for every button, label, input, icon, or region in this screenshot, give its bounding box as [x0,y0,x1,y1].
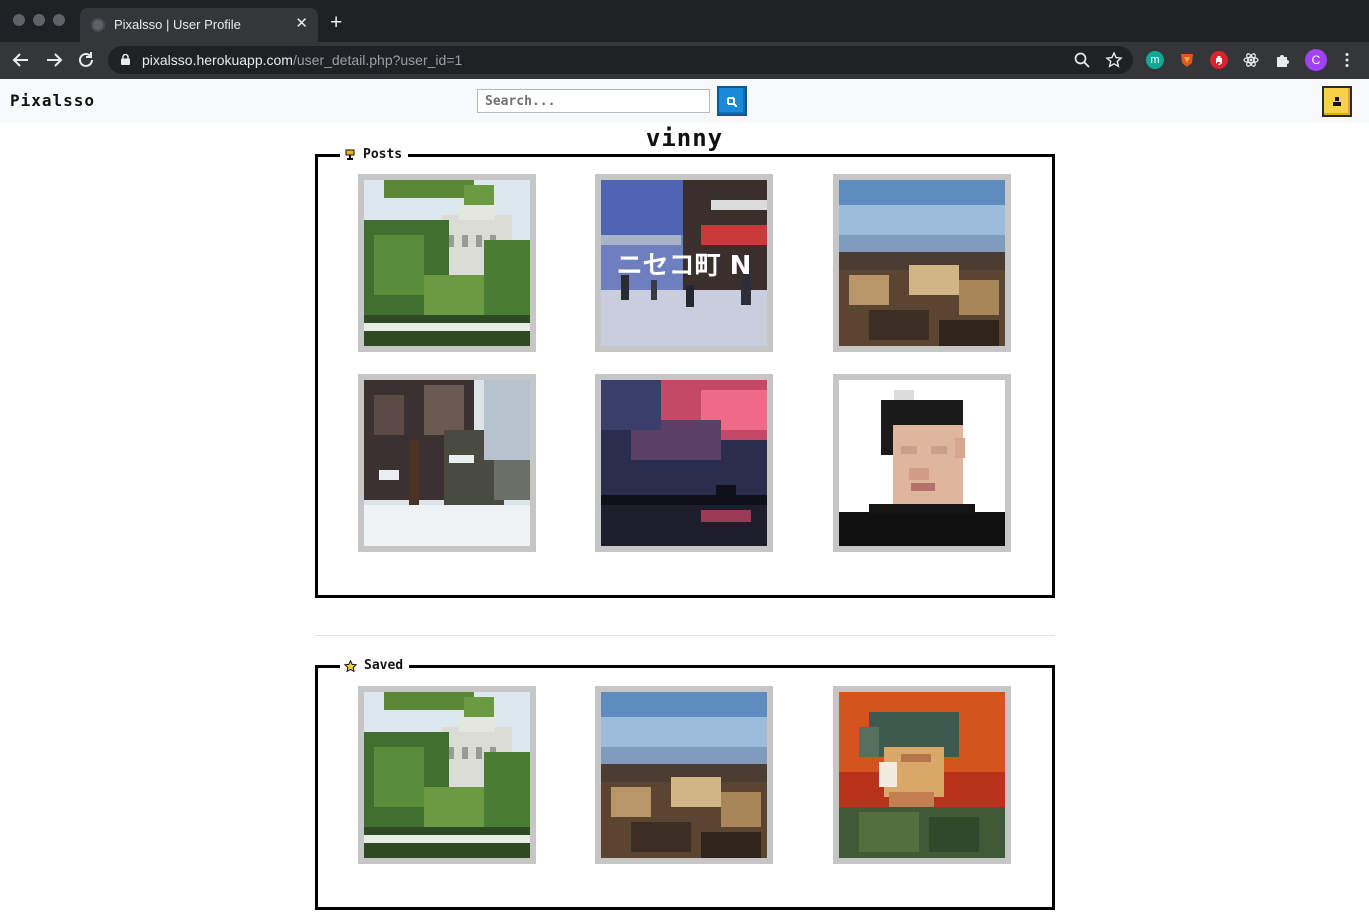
tab-title: Pixalsso | User Profile [114,17,241,32]
saved-thumbnail[interactable] [595,686,773,864]
browser-menu-icon[interactable] [1338,51,1356,69]
post-image [601,380,767,546]
lock-icon [121,54,130,65]
post-thumbnail[interactable]: ニセコ町 N [595,174,773,352]
profile-username: vinny [645,124,724,152]
extension-hand-icon[interactable] [1210,51,1228,69]
url-host: pixalsso.herokuapp.com [142,52,293,68]
url-path: /user_detail.php?user_id=1 [292,52,463,68]
post-image [839,380,1005,546]
extensions-puzzle-icon[interactable] [1274,51,1292,69]
zoom-icon[interactable] [1073,51,1091,69]
posts-legend: Posts [340,147,409,163]
post-thumbnail[interactable] [358,374,536,552]
search-icon [727,97,737,107]
saved-thumbnail[interactable] [833,686,1011,864]
bookmark-star-icon[interactable] [1105,51,1123,69]
saved-section: Saved [315,658,1055,910]
browser-tab[interactable]: Pixalsso | User Profile ✕ [80,8,318,42]
post-image [364,180,530,346]
user-icon [1333,97,1341,106]
search-input[interactable] [477,89,710,113]
saved-image [364,692,530,858]
window-close-control[interactable] [13,14,25,26]
saved-label: Saved [364,658,404,673]
post-thumbnail[interactable] [595,374,773,552]
post-thumbnail[interactable] [358,174,536,352]
saved-image [839,692,1005,858]
back-arrow-icon[interactable] [10,49,32,71]
url-text: pixalsso.herokuapp.com/user_detail.php?u… [142,52,462,68]
browser-toolbar: pixalsso.herokuapp.com/user_detail.php?u… [0,42,1369,79]
extension-m-icon[interactable]: m [1146,51,1164,69]
tab-close-icon[interactable]: ✕ [295,15,308,33]
globe-icon [91,18,105,32]
forward-arrow-icon[interactable] [43,49,65,71]
brand-logo[interactable]: Pixalsso [10,91,95,110]
saved-image [601,692,767,858]
reload-icon[interactable] [75,49,97,71]
trophy-icon [345,149,355,160]
saved-thumbnail[interactable] [358,686,536,864]
app-navbar: Pixalsso [0,79,1369,123]
section-divider [315,635,1055,636]
posts-label: Posts [363,147,403,162]
window-maximize-control[interactable] [53,14,65,26]
post-image [839,180,1005,346]
react-devtools-icon[interactable] [1242,51,1260,69]
window-minimize-control[interactable] [33,14,45,26]
post-thumbnail[interactable] [833,374,1011,552]
posts-section: Posts ニセコ町 N [315,147,1055,598]
extension-shield-icon[interactable] [1178,51,1196,69]
user-account-button[interactable] [1322,86,1352,117]
profile-avatar[interactable]: C [1305,49,1327,71]
saved-legend: Saved [340,658,410,674]
browser-tab-strip: Pixalsso | User Profile ✕ + [0,0,1369,42]
new-tab-button[interactable]: + [330,12,342,34]
sign-text: ニセコ町 N [617,251,752,281]
post-image: ニセコ町 N [601,180,767,346]
star-icon [344,659,357,672]
address-bar[interactable]: pixalsso.herokuapp.com/user_detail.php?u… [108,46,1133,74]
search-button[interactable] [717,86,747,116]
post-image [364,380,530,546]
post-thumbnail[interactable] [833,174,1011,352]
